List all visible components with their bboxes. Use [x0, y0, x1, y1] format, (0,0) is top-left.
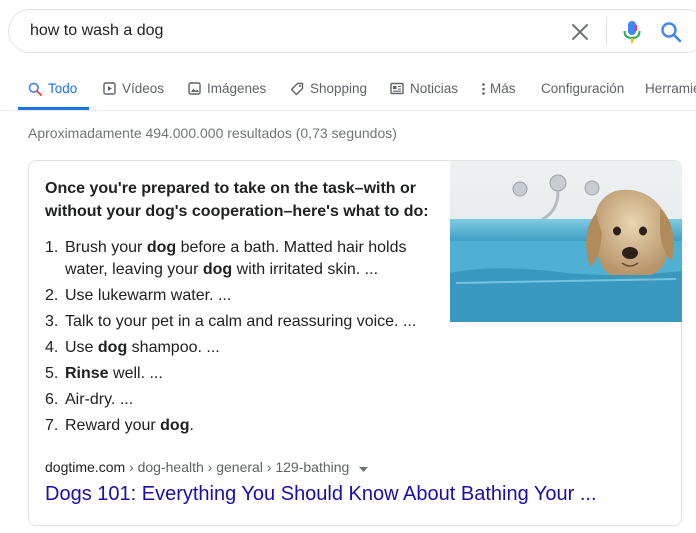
video-icon [103, 82, 116, 95]
featured-snippet: Once you're prepared to take on the task… [28, 160, 682, 526]
snippet-heading: Once you're prepared to take on the task… [45, 180, 429, 220]
step-text: Use lukewarm water. ... [65, 287, 232, 304]
step-text: Use [65, 339, 98, 356]
cite-domain: dogtime.com [45, 459, 126, 475]
more-vert-icon [482, 83, 485, 95]
dog-bath-photo[interactable] [450, 161, 682, 322]
tab-tools[interactable]: Herramientas [645, 70, 696, 110]
step-number: 5. [45, 365, 59, 382]
tab-label: Imágenes [207, 81, 267, 96]
image-icon [188, 82, 201, 95]
cite-breadcrumb: › dog-health › general › 129-bathing [125, 459, 350, 475]
step-number: 4. [45, 339, 59, 356]
search-input[interactable]: how to wash a dog [30, 22, 163, 40]
snippet-steps-list: 1. Brush your dog before a bath. Matted h… [45, 237, 425, 441]
step-item: 7. Reward your dog. [45, 415, 425, 437]
step-bold-text: dog [160, 417, 190, 434]
tab-label: Vídeos [122, 81, 165, 96]
tab-settings[interactable]: Configuración [541, 70, 624, 110]
search-tabs: Todo Vídeos Imágenes Shopping Noticias M… [0, 70, 696, 110]
clear-icon[interactable] [569, 21, 591, 43]
dropdown-arrow-icon[interactable] [359, 460, 369, 476]
search-bar-divider [606, 17, 607, 45]
step-number: 3. [45, 313, 59, 330]
tab-more[interactable]: Más [481, 70, 516, 110]
step-bold-text: dog [202, 261, 233, 278]
step-number: 7. [45, 417, 59, 434]
tab-label: Configuración [541, 81, 625, 96]
tab-all[interactable]: Todo [28, 70, 77, 110]
step-text: Brush your [65, 239, 147, 256]
search-icon[interactable] [659, 20, 683, 44]
result-stats: Aproximadamente 494.000.000 resultados (… [28, 125, 397, 141]
step-number: 1. [45, 239, 59, 256]
step-bold-text: Rinse [65, 365, 109, 382]
tab-images[interactable]: Imágenes [188, 70, 266, 110]
step-text: well. ... [108, 365, 163, 382]
step-item: 3. Talk to your pet in a calm and reassur… [45, 311, 425, 333]
tab-videos[interactable]: Vídeos [103, 70, 164, 110]
step-text: Talk to your pet in a calm and reassurin… [65, 313, 417, 330]
search-bar[interactable]: how to wash a dog [8, 9, 696, 53]
step-text: Air-dry. ... [65, 391, 134, 408]
step-text: . [189, 417, 194, 434]
tab-label: Shopping [310, 81, 368, 96]
step-text: shampoo. ... [127, 339, 220, 356]
result-title-link[interactable]: Dogs 101: Everything You Should Know Abo… [45, 483, 597, 506]
tab-shopping[interactable]: Shopping [290, 70, 367, 110]
tabs-divider [0, 110, 696, 111]
step-item: 5. Rinse well. ... [45, 363, 425, 385]
step-bold-text: dog [146, 239, 177, 256]
step-number: 6. [45, 391, 59, 408]
step-item: 2. Use lukewarm water. ... [45, 285, 425, 307]
microphone-icon[interactable] [621, 20, 643, 44]
step-number: 2. [45, 287, 59, 304]
step-item: 6. Air-dry. ... [45, 389, 425, 411]
step-text: Reward your [65, 417, 161, 434]
tab-news[interactable]: Noticias [390, 70, 458, 110]
step-bold-text: dog [97, 339, 128, 356]
search-icon [28, 82, 42, 96]
tab-label: Noticias [410, 81, 459, 96]
tab-label: Herramientas [645, 81, 696, 96]
step-text: with irritated skin. ... [232, 261, 379, 278]
tag-icon [290, 82, 304, 96]
tab-label: Más [490, 81, 516, 96]
tab-label: Todo [48, 81, 78, 96]
result-citation: dogtime.com › dog-health › general › 129… [45, 459, 369, 476]
news-icon [390, 82, 404, 95]
step-item: 1. Brush your dog before a bath. Matted h… [45, 237, 425, 281]
step-item: 4. Use dog shampoo. ... [45, 337, 425, 359]
